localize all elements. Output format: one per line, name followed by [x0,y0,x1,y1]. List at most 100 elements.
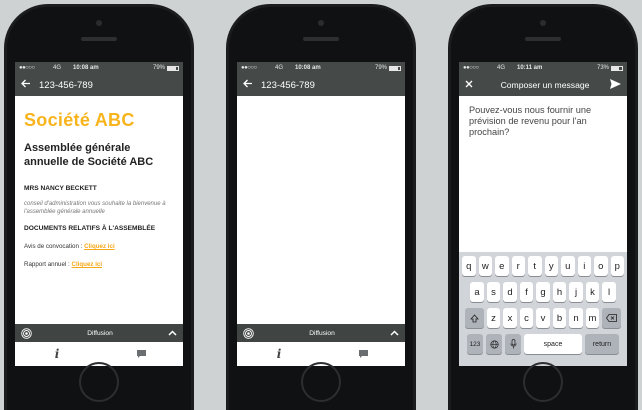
chat-icon[interactable] [321,349,405,359]
arrow-left-icon [243,79,252,88]
globe-icon [489,339,499,349]
broadcast-icon [243,327,257,339]
header-bar: 123-456-789 [15,74,183,96]
doc-annual-report-link[interactable]: Cliquez ici [71,261,102,268]
keyboard: q w e r t y u i o p a s d f g h j k l z … [459,252,627,366]
key[interactable]: k [585,282,600,302]
header-bar: 123-456-789 [237,74,405,96]
key[interactable]: x [503,308,517,328]
globe-key[interactable] [486,334,502,354]
key[interactable]: l [602,282,616,302]
arrow-left-icon [21,79,30,88]
doc-convocation-link[interactable]: Cliquez ici [84,243,115,250]
key[interactable]: p [610,256,624,276]
battery-percent: 79% [374,65,387,71]
chat-icon[interactable] [99,349,183,359]
status-bar: ●●○○○ 4G 10:11 am 73% [459,62,627,74]
key[interactable]: z [486,308,501,328]
clock: 10:11 am [517,65,543,71]
chevron-up-icon[interactable] [165,328,177,338]
key[interactable]: n [569,308,583,328]
key[interactable]: q [462,256,476,276]
key[interactable]: i [577,256,591,276]
speaker-grille [303,37,339,41]
back-button[interactable] [243,79,261,91]
broadcast-label: Diffusion [309,329,335,337]
compose-header: Composer un message [459,74,627,96]
key[interactable]: w [478,256,492,276]
key[interactable]: h [552,282,567,302]
back-button[interactable] [21,79,39,91]
home-button[interactable] [301,362,341,402]
person-name: MRS NANCY BECKETT [24,185,97,192]
phone-number: 123-456-789 [261,79,315,91]
doc-annual-report: Rapport annuel : Cliquez ici [24,261,174,268]
key[interactable]: f [519,282,534,302]
phone-right: ●●○○○ 4G 10:11 am 73% Composer un messag… [448,4,638,410]
screen-meeting: ●●○○○ 4G 10:08 am 79% 123-456-789 Sociét… [15,62,183,366]
backspace-icon [606,314,618,322]
speaker-grille [525,37,561,41]
key[interactable]: m [585,308,600,328]
company-title: Société ABC [24,110,135,130]
keyboard-row-1: q w e r t y u i o p [461,256,625,276]
battery: 79% [153,65,179,71]
broadcast-icon [21,327,35,339]
phone-middle: ●●○○○ 4G 10:08 am 79% 123-456-789 Diffus… [226,4,416,410]
keyboard-row-3: z x c v b n m [461,308,625,328]
key[interactable]: s [486,282,501,302]
camera-icon [96,20,102,26]
close-button[interactable] [465,79,483,91]
signal-indicator: ●●○○○ [241,65,257,71]
broadcast-label: Diffusion [87,329,113,337]
return-key[interactable]: return [585,334,619,354]
key[interactable]: t [528,256,542,276]
battery-icon [167,65,179,71]
welcome-text: conseil d'administration vous souhaite l… [24,201,166,215]
close-icon [465,80,473,88]
chevron-up-icon[interactable] [387,328,399,338]
mic-key[interactable] [505,334,521,354]
key[interactable]: r [511,256,525,276]
doc-convocation-label: Avis de convocation : [24,243,85,250]
key[interactable]: u [561,256,575,276]
network-type: 4G [275,65,284,71]
broadcast-bar[interactable]: Diffusion [15,324,183,342]
key[interactable]: c [519,308,534,328]
space-key[interactable]: space [524,334,582,354]
camera-icon [318,20,324,26]
send-icon [610,79,621,89]
doc-annual-report-label: Rapport annuel : [24,261,72,268]
signal-indicator: ●●○○○ [19,65,35,71]
key[interactable]: y [544,256,558,276]
numbers-key[interactable]: 123 [467,334,483,354]
status-bar: ●●○○○ 4G 10:08 am 79% [15,62,183,74]
doc-convocation: Avis de convocation : Cliquez ici [24,243,174,250]
key[interactable]: b [552,308,567,328]
shift-key[interactable] [464,308,484,328]
backspace-key[interactable] [602,308,622,328]
keyboard-row-4: 123 space return [461,334,625,354]
key[interactable]: a [470,282,484,302]
send-button[interactable] [607,79,621,91]
battery-percent: 73% [596,65,609,71]
key[interactable]: e [495,256,509,276]
screen-blank: ●●○○○ 4G 10:08 am 79% 123-456-789 Diffus… [237,62,405,366]
key[interactable]: v [536,308,550,328]
broadcast-bar[interactable]: Diffusion [237,324,405,342]
key[interactable]: j [569,282,583,302]
battery-icon [389,65,401,71]
info-icon[interactable]: i [237,347,321,361]
key[interactable]: d [503,282,517,302]
documents-heading: DOCUMENTS RELATIFS À L'ASSEMBLÉE [24,225,156,232]
home-button[interactable] [79,362,119,402]
clock: 10:08 am [73,65,99,71]
key[interactable]: o [594,256,608,276]
camera-icon [540,20,546,26]
battery: 73% [597,65,623,71]
key[interactable]: g [536,282,550,302]
message-input[interactable]: Pouvez-vous nous fournir une prévision d… [459,96,627,147]
compose-title: Composer un message [500,80,590,90]
info-icon[interactable]: i [15,347,99,361]
home-button[interactable] [523,362,563,402]
